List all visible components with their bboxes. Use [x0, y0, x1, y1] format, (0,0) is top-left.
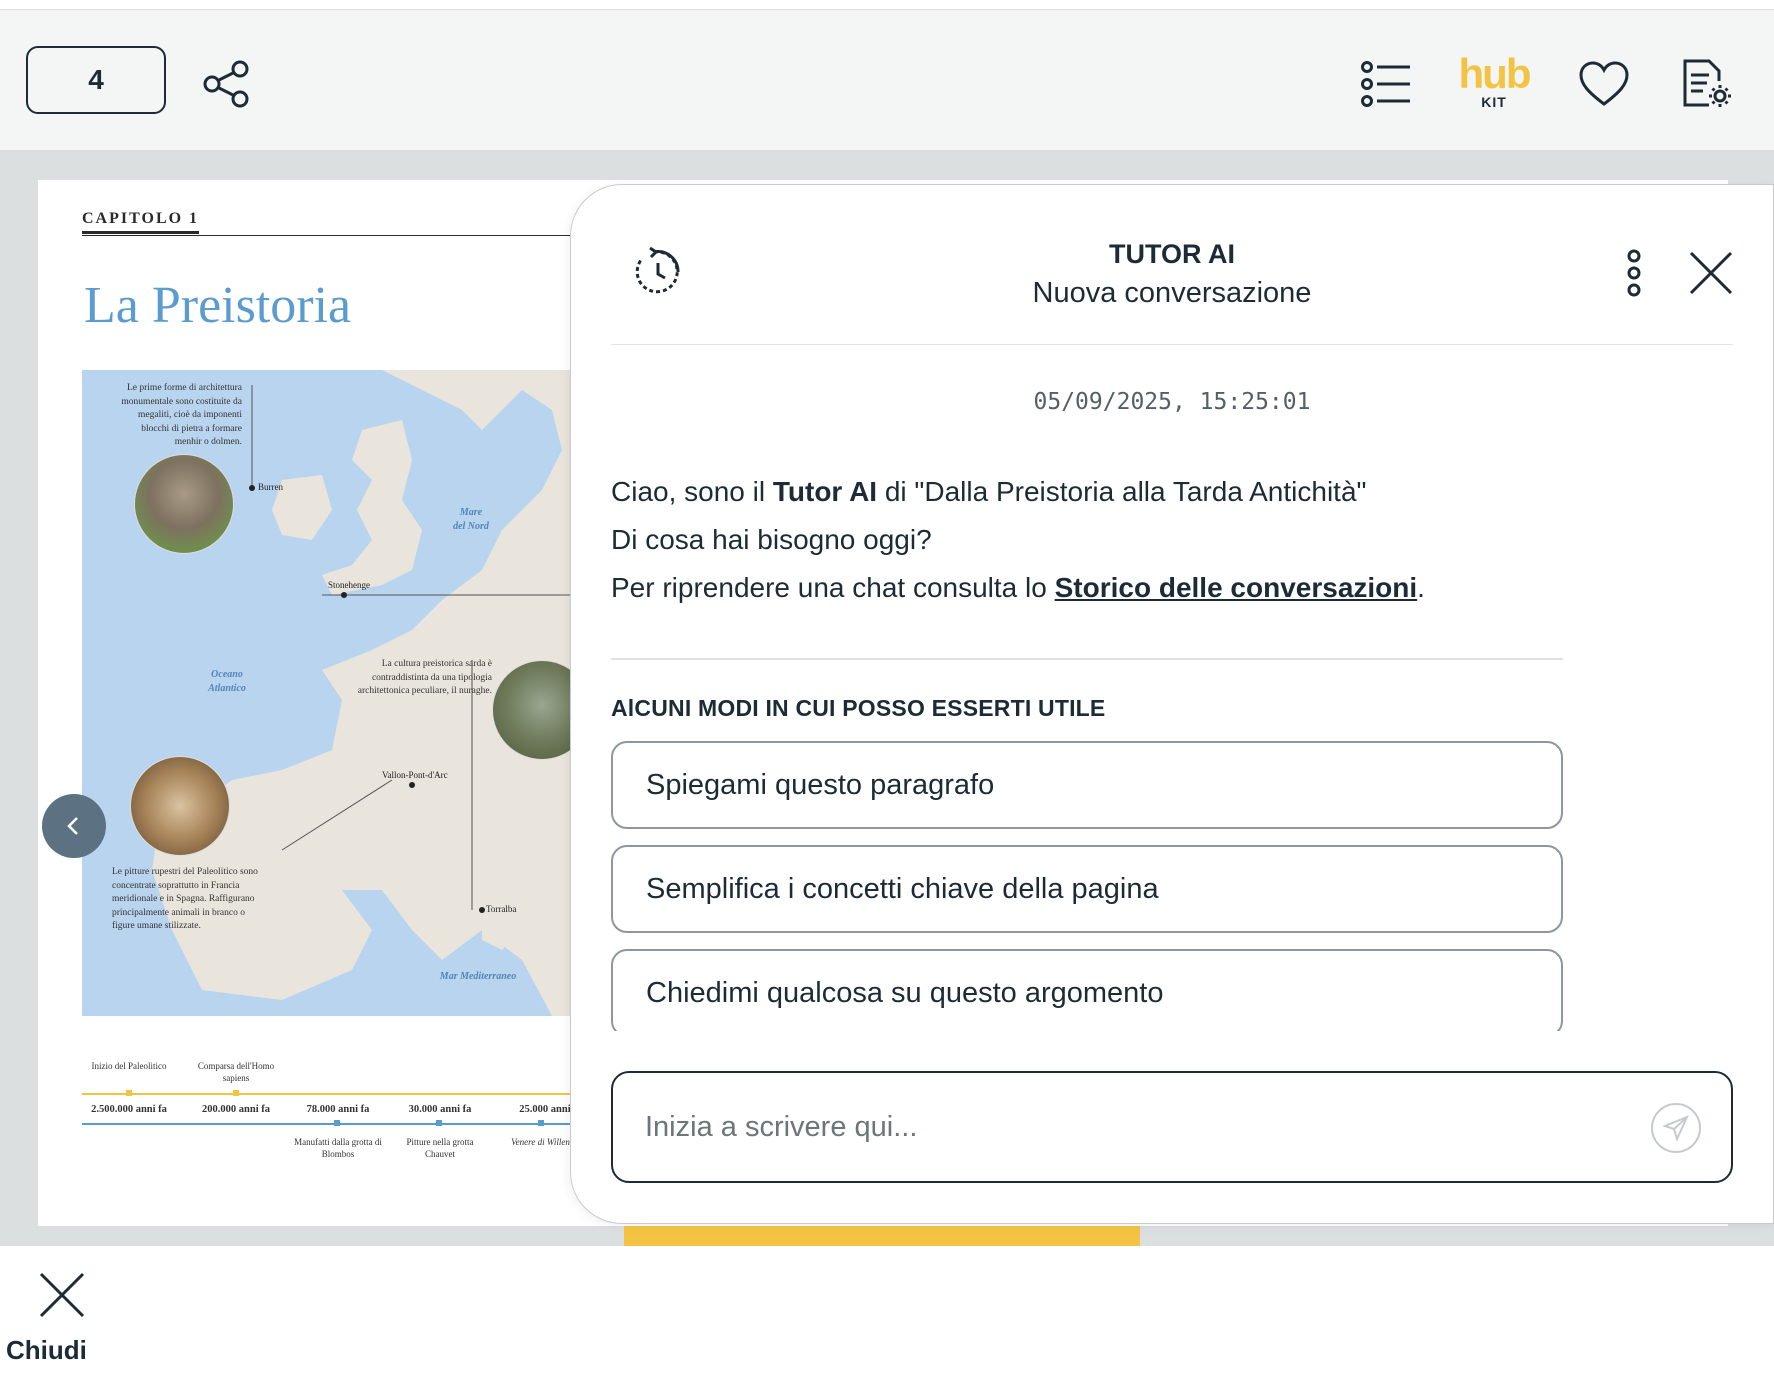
timeline-item: Inizio del Paleolitico — [82, 1060, 176, 1072]
chapter-rule — [82, 235, 642, 236]
greeting-text: Ciao, sono il — [611, 476, 773, 507]
suggestion-button[interactable]: Chiedimi qualcosa su questo argomento — [611, 949, 1563, 1037]
cave-painting-photo — [130, 756, 230, 856]
tutor-ai-panel: TUTOR AI Nuova conversazione 05/09/2025,… — [570, 184, 1774, 1224]
place-burren: Burren — [258, 482, 283, 492]
timeline-date: 30.000 anni fa — [392, 1104, 488, 1115]
dolmen-photo — [134, 454, 234, 554]
sea-med: Mar Mediterraneo — [439, 971, 517, 982]
timeline-date: 78.000 anni fa — [290, 1104, 386, 1115]
timeline-bottom-label: Pitture nella grotta Chauvet — [406, 1137, 474, 1159]
section-divider — [611, 658, 1563, 660]
page-title: La Preistoria — [84, 277, 352, 334]
note-paintings: Le pitture rupestri del Paleolitico sono… — [112, 867, 258, 931]
timeline-item: Manufatti dalla grotta di Blombos — [290, 1136, 386, 1160]
previous-page-button[interactable] — [42, 794, 106, 858]
heart-icon[interactable] — [1576, 56, 1632, 112]
more-vertical-icon[interactable] — [1619, 247, 1649, 299]
timeline-item: Pitture nella grotta Chauvet — [392, 1136, 488, 1160]
greeting-text: di "Dalla Preistoria alla Tarda Antichit… — [877, 476, 1367, 507]
tutor-greeting: Ciao, sono il Tutor AI di "Dalla Preisto… — [611, 468, 1733, 612]
close-icon[interactable] — [1687, 249, 1735, 297]
sea-north-line1: Mare — [459, 507, 483, 518]
timeline-top-label: Comparsa dell'Homo sapiens — [197, 1061, 275, 1083]
bottom-bar: Chiudi — [0, 1246, 1774, 1386]
tutor-name: Tutor AI — [772, 476, 878, 507]
top-edge — [0, 0, 1774, 10]
note-megaliths: Le prime forme di architettura monumenta… — [121, 383, 242, 447]
timeline-date: 200.000 anni fa — [188, 1104, 284, 1115]
timeline-date-label: 200.000 anni fa — [202, 1104, 270, 1115]
conversation-timestamp: 05/09/2025, 15:25:01 — [1033, 389, 1311, 415]
send-icon — [1662, 1115, 1689, 1142]
timeline-date-label: 30.000 anni fa — [408, 1104, 472, 1115]
chevron-left-icon — [67, 817, 78, 835]
sea-ocean-line1: Oceano — [211, 669, 243, 680]
tutor-title: TUTOR AI — [1109, 239, 1235, 269]
close-icon — [39, 1272, 85, 1318]
place-torralba: Torralba — [486, 904, 517, 914]
hub-kit-logo[interactable]: hub KIT — [1456, 50, 1532, 116]
page-number-field[interactable]: 4 — [26, 46, 166, 114]
note-sardinia: La cultura preistorica sarda è contraddi… — [357, 659, 492, 696]
share-icon[interactable] — [198, 56, 254, 112]
place-vallon: Vallon-Pont-d'Arc — [382, 770, 448, 780]
place-stonehenge: Stonehenge — [328, 580, 370, 590]
timeline-date: 2.500.000 anni fa — [82, 1104, 176, 1115]
sea-ocean-line2: Atlantico — [208, 683, 246, 694]
suggestion-button[interactable]: Semplifica i concetti chiave della pagin… — [611, 845, 1563, 933]
suggestion-button[interactable]: Spiegami questo paragrafo — [611, 741, 1563, 829]
suggestions-scroll-fade — [601, 1031, 1581, 1071]
timeline-bottom-label: Manufatti dalla grotta di Blombos — [294, 1137, 382, 1159]
greeting-text: Per riprendere una chat consulta lo — [611, 572, 1055, 603]
greeting-text: . — [1417, 572, 1425, 603]
close-label: Chiudi — [6, 1335, 87, 1365]
message-input[interactable] — [645, 1073, 1605, 1181]
close-reader-button[interactable]: Chiudi — [6, 1270, 96, 1366]
hub-logo-text: hub — [1458, 50, 1532, 97]
timeline-item: Comparsa dell'Homo sapiens — [188, 1060, 284, 1084]
list-icon[interactable] — [1358, 56, 1414, 112]
tutor-header: TUTOR AI Nuova conversazione — [611, 185, 1733, 345]
greeting-line-1: Ciao, sono il Tutor AI di "Dalla Preisto… — [611, 468, 1733, 516]
greeting-line-2: Di cosa hai bisogno oggi? — [611, 524, 932, 555]
sea-north-line2: del Nord — [453, 521, 489, 532]
timeline-date-label: 2.500.000 anni fa — [91, 1104, 167, 1115]
message-input-box — [611, 1071, 1733, 1183]
hub-logo-kit: KIT — [1481, 94, 1507, 110]
document-settings-icon[interactable] — [1678, 56, 1734, 112]
bottom-highlight-strip — [624, 1226, 1140, 1246]
sea-ocean: Oceano Atlantico — [192, 668, 262, 696]
timeline-date-label: 78.000 anni fa — [306, 1104, 370, 1115]
send-button[interactable] — [1651, 1103, 1701, 1153]
sea-north: Mare del Nord — [436, 506, 506, 534]
timeline-top-label: Inizio del Paleolitico — [91, 1061, 167, 1071]
conversation-history-link[interactable]: Storico delle conversazioni — [1055, 572, 1418, 603]
reader-toolbar: 4 hub KIT — [0, 10, 1774, 150]
chapter-label: CAPITOLO 1 — [82, 210, 200, 234]
greeting-line-3: Per riprendere una chat consulta lo Stor… — [611, 564, 1733, 612]
tutor-subtitle: Nuova conversazione — [1032, 277, 1312, 309]
suggestions-heading: AlCUNI MODI IN CUI POSSO ESSERTI UTILE — [611, 695, 1106, 721]
